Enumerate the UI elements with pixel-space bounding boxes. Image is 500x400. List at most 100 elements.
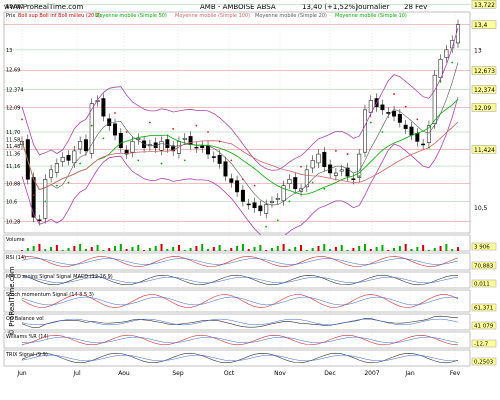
volume-bar	[404, 244, 407, 251]
candle	[403, 124, 408, 130]
candle	[397, 114, 402, 123]
sar-dot	[369, 121, 372, 124]
sar-dot	[67, 181, 70, 184]
indicator-frame	[3, 349, 471, 367]
x-tick-label: Jul	[72, 370, 81, 377]
candle	[351, 178, 356, 180]
volume-bar	[410, 249, 413, 251]
candle	[43, 179, 48, 219]
sar-dot	[102, 137, 105, 140]
x-tick-label: Nov	[274, 370, 286, 377]
volume-bar	[433, 248, 436, 251]
volume-bar	[102, 250, 105, 251]
candle	[264, 204, 269, 214]
indicator-value: 0,011	[474, 282, 490, 288]
price-left-label: 12,374	[6, 87, 24, 93]
x-tick-label: Jun	[16, 370, 27, 377]
volume-bar	[427, 250, 430, 251]
volume-bar	[445, 244, 448, 251]
price-left-label: 11,48	[6, 144, 20, 150]
volume-bar	[183, 250, 186, 251]
candle	[60, 156, 65, 162]
volume-bar	[154, 246, 157, 251]
sar-dot	[183, 159, 186, 162]
volume-bar	[346, 250, 349, 251]
volume-bar	[44, 249, 47, 251]
candle	[72, 150, 77, 164]
candle	[159, 141, 164, 151]
sar-dot	[323, 187, 326, 190]
sar-dot	[451, 61, 454, 64]
sar-dot	[300, 165, 302, 168]
price-tick-label: 12,09	[474, 105, 491, 112]
volume-bar	[195, 246, 198, 251]
x-tick-label: Aou	[118, 370, 130, 377]
indicator-panels: Volume 3 906RSI (14)70,883MACD moins Sign…	[3, 234, 497, 367]
legend-item-1: Boll sup Boll inf Boll milieu (20 2)	[18, 13, 101, 19]
candle	[269, 201, 274, 203]
candle	[240, 189, 245, 202]
candle	[107, 118, 112, 126]
indicator-value: 61,371	[474, 306, 493, 312]
volume-bar	[457, 247, 459, 251]
indicator-value: 41 079	[474, 324, 494, 330]
volume-bar	[259, 245, 262, 251]
price-left-label: 10,88	[6, 182, 20, 188]
candle	[217, 155, 222, 164]
volume-bar	[381, 245, 384, 251]
candle	[333, 172, 338, 176]
price-left-label: 11,16	[6, 164, 20, 170]
volume-bar	[317, 246, 320, 251]
price-left-label: 11,58	[6, 138, 20, 144]
volume-bar	[50, 247, 53, 251]
volume-bar	[212, 247, 215, 251]
sar-dot	[148, 121, 151, 124]
volume-bar	[172, 247, 175, 251]
x-axis: Jun Jul Aou Sep Oct Nov Dec 2007 Jan Fev	[16, 370, 460, 377]
volume-bar	[32, 246, 35, 251]
legend-item-0: Prix	[6, 13, 15, 19]
sar-dot	[439, 80, 442, 83]
indicator-label: Stoch momentum Signal (14 3 5 3)	[6, 292, 94, 298]
candle	[362, 109, 367, 153]
indicator-williams: Williams %R (14)-12,7	[3, 331, 497, 349]
candle	[83, 139, 88, 152]
price-tick-label: 10,5	[474, 205, 488, 212]
x-tick-label: Jan	[404, 370, 414, 377]
sar-dot	[125, 131, 128, 133]
sar-dot	[160, 162, 163, 165]
candle	[432, 74, 437, 125]
sar-dot	[335, 150, 337, 152]
indicator-obv: On Balance vol41 079	[3, 313, 497, 331]
volume-bar	[398, 246, 401, 251]
volume-bar	[21, 250, 23, 251]
candle	[211, 156, 216, 158]
volume-bar	[270, 248, 273, 251]
candle	[200, 145, 205, 149]
candle	[78, 141, 83, 150]
volume-bar	[189, 248, 192, 251]
candle	[188, 136, 193, 145]
volume-bar	[369, 249, 372, 251]
sar-dot	[358, 175, 361, 178]
sar-dot	[195, 124, 198, 127]
volume-bar	[79, 244, 82, 251]
candle	[421, 143, 426, 146]
candle	[287, 179, 292, 184]
volume-bar	[38, 244, 41, 251]
sar-dot	[404, 105, 407, 108]
sar-dot	[137, 159, 140, 162]
price-left-label: 11,70	[6, 130, 20, 136]
price-tick-label: 12,374	[474, 87, 495, 94]
sar-dot	[311, 181, 314, 184]
sar-dot	[381, 131, 384, 133]
candle	[223, 161, 228, 177]
sar-dot	[253, 184, 256, 187]
volume-bar	[125, 249, 128, 251]
price-tick-label: 11,424	[474, 147, 495, 154]
candle	[235, 180, 240, 193]
candle	[386, 112, 391, 114]
price-tick-label: 13,722	[474, 2, 495, 9]
volume-bar	[416, 247, 419, 251]
volume-bar	[160, 244, 163, 251]
